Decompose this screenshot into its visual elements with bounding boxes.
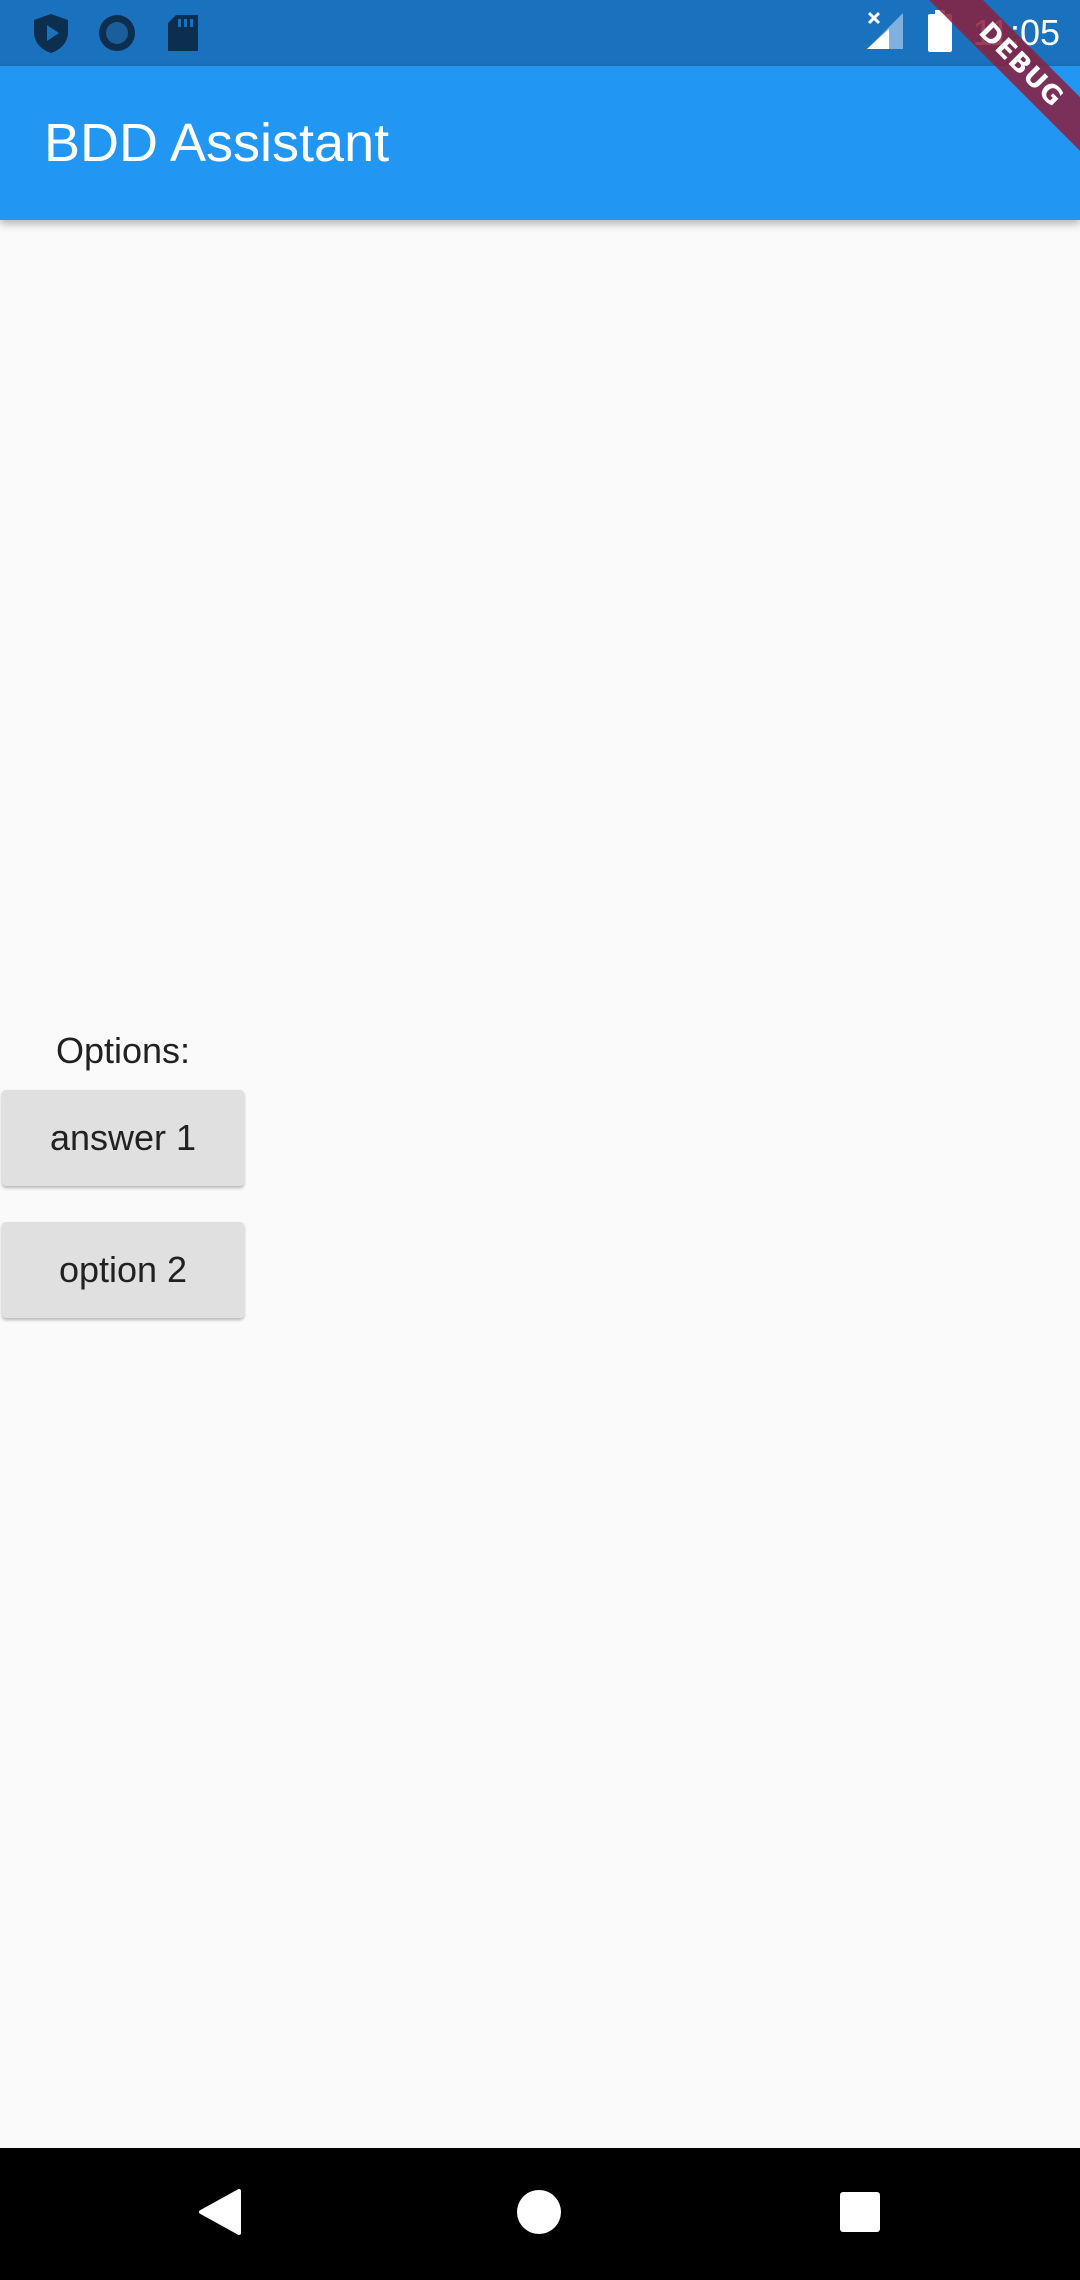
- home-button[interactable]: [503, 2178, 575, 2250]
- play-protect-icon: [30, 12, 72, 54]
- option-2-button[interactable]: option 2: [2, 1222, 244, 1318]
- recents-icon: [838, 2190, 882, 2239]
- signal-no-service-icon: [865, 11, 905, 56]
- page-title: BDD Assistant: [44, 113, 390, 173]
- home-icon: [515, 2188, 563, 2241]
- back-button[interactable]: [184, 2178, 256, 2250]
- navigation-bar: [0, 2148, 1080, 2280]
- status-bar-notification-icons: [30, 12, 228, 54]
- options-label: Options:: [55, 1030, 191, 1071]
- recents-button[interactable]: [824, 2178, 896, 2250]
- app-bar: BDD Assistant: [0, 66, 1080, 220]
- status-bar-clock: 11:05: [972, 12, 1060, 53]
- sd-card-icon: [162, 12, 204, 54]
- battery-icon: [927, 9, 953, 57]
- options-section: Options: answer 1 option 2: [0, 1020, 246, 1354]
- status-bar: 11:05: [0, 0, 1080, 66]
- circle-notification-icon: [96, 12, 138, 54]
- answer-1-button[interactable]: answer 1: [2, 1090, 244, 1186]
- back-icon: [197, 2187, 243, 2242]
- status-bar-system-icons: 11:05: [865, 9, 1060, 57]
